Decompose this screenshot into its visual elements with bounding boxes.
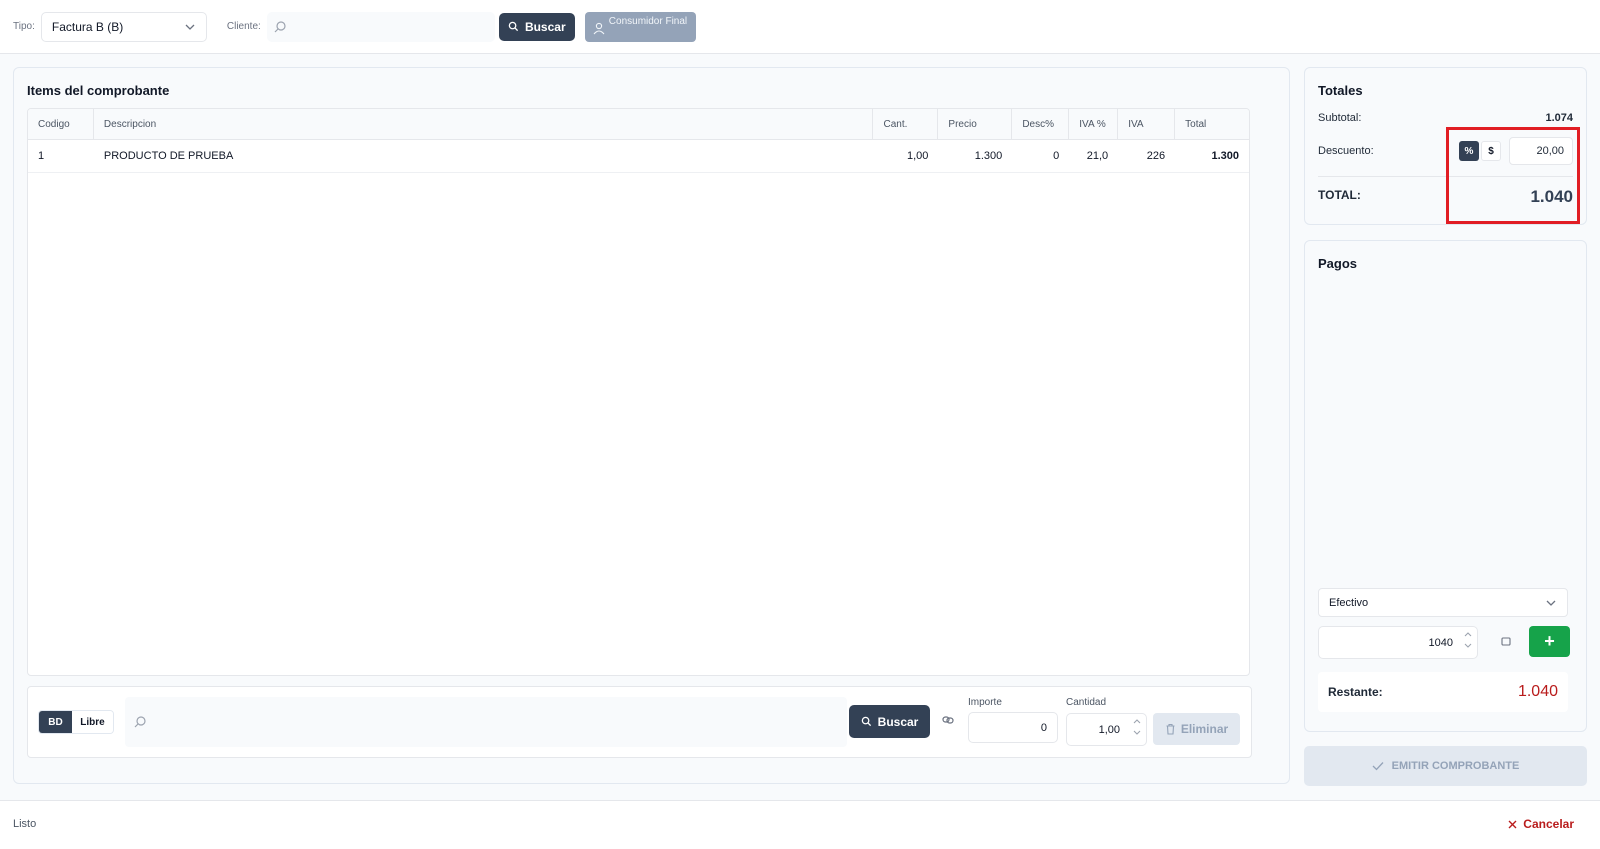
table-row[interactable]: 1 PRODUCTO DE PRUEBA 1,00 1.300 0 21,0 2… <box>28 140 1249 173</box>
eliminar-label: Eliminar <box>1180 722 1229 736</box>
column-header-codigo[interactable]: Codigo <box>28 109 94 139</box>
cliente-search-input[interactable] <box>266 11 495 42</box>
eliminar-button[interactable]: Eliminar <box>1153 713 1240 745</box>
importe-label: Importe <box>968 697 1002 708</box>
column-header-total[interactable]: Total <box>1175 109 1249 139</box>
top-toolbar: Tipo: Factura B (B) Cliente: Buscar Cons… <box>0 0 1600 54</box>
user-icon <box>593 22 605 34</box>
payment-method-value: Efectivo <box>1329 596 1369 609</box>
column-header-cant[interactable]: Cant. <box>873 109 939 139</box>
buscar-cliente-button[interactable]: Buscar <box>498 12 575 41</box>
cell-total: 1.300 <box>1211 150 1239 162</box>
column-header-desc[interactable]: Desc% <box>1012 109 1070 139</box>
consumidor-final-label: Consumidor Final <box>608 15 688 27</box>
buscar-producto-button[interactable]: Buscar <box>849 705 930 738</box>
payment-amount-stepper[interactable] <box>1463 630 1473 650</box>
emitir-label: EMITIR COMPROBANTE <box>1391 760 1520 772</box>
total-label: TOTAL: <box>1318 188 1361 202</box>
cell-iva-pct: 21,0 <box>1086 150 1109 162</box>
importe-input[interactable]: 0 <box>968 712 1058 743</box>
search-icon <box>274 20 286 32</box>
column-header-iva[interactable]: IVA <box>1118 109 1176 139</box>
tipo-select-value: Factura B (B) <box>51 19 124 34</box>
chevron-down-icon[interactable] <box>1463 641 1473 650</box>
plus-icon: + <box>1544 631 1555 651</box>
product-search-input[interactable] <box>125 697 847 747</box>
mode-bd-button[interactable]: BD <box>39 711 72 733</box>
restante-label: Restante: <box>1328 685 1383 699</box>
subtotal-value: 1.074 <box>1545 112 1573 124</box>
cell-iva: 226 <box>1146 150 1166 162</box>
add-payment-button[interactable]: + <box>1529 626 1570 657</box>
item-entry-bar: BD Libre Buscar Importe 0 Cantidad 1,00 … <box>27 686 1252 758</box>
chevron-down-icon <box>1546 600 1556 606</box>
chevron-down-icon <box>185 24 195 30</box>
cantidad-stepper[interactable] <box>1132 717 1142 737</box>
emitir-comprobante-button[interactable]: EMITIR COMPROBANTE <box>1304 746 1587 786</box>
cell-desc: 0 <box>1053 150 1060 162</box>
items-panel: Items del comprobante Codigo Descripcion… <box>13 67 1290 784</box>
payment-amount-input[interactable]: 1040 <box>1318 626 1478 659</box>
cantidad-input[interactable]: 1,00 <box>1066 713 1147 746</box>
cancelar-label: Cancelar <box>1523 817 1574 831</box>
payment-method-select[interactable]: Efectivo <box>1318 588 1568 617</box>
pagos-title: Pagos <box>1318 256 1358 271</box>
search-icon <box>508 21 519 32</box>
importe-value: 0 <box>1040 721 1047 734</box>
column-header-precio[interactable]: Precio <box>938 109 1013 139</box>
restante-box: Restante: 1.040 <box>1318 672 1568 712</box>
chevron-up-icon[interactable] <box>1463 630 1473 639</box>
consumidor-final-button[interactable]: Consumidor Final <box>584 11 696 42</box>
buscar-producto-label: Buscar <box>877 714 919 729</box>
tipo-label: Tipo: <box>13 21 35 32</box>
descuento-label: Descuento: <box>1318 145 1374 157</box>
tipo-select[interactable]: Factura B (B) <box>40 11 207 42</box>
cantidad-label: Cantidad <box>1066 697 1107 708</box>
items-panel-title: Items del comprobante <box>27 83 170 98</box>
totales-title: Totales <box>1318 83 1363 98</box>
chevron-down-icon[interactable] <box>1132 728 1142 737</box>
chevron-up-icon[interactable] <box>1132 717 1142 726</box>
square-icon[interactable] <box>1501 637 1511 647</box>
status-bar: Listo Cancelar <box>0 800 1600 849</box>
cell-descripcion: PRODUCTO DE PRUEBA <box>103 150 234 162</box>
mode-libre-button[interactable]: Libre <box>72 711 113 733</box>
link-icon[interactable] <box>942 715 954 725</box>
buscar-cliente-label: Buscar <box>524 19 566 34</box>
search-icon <box>861 716 871 727</box>
restante-value: 1.040 <box>1517 683 1558 700</box>
cell-cant: 1,00 <box>906 150 929 162</box>
cantidad-value: 1,00 <box>1098 723 1120 736</box>
table-header: Codigo Descripcion Cant. Precio Desc% IV… <box>28 109 1249 140</box>
cell-codigo: 1 <box>38 150 45 162</box>
source-toggle: BD Libre <box>38 710 114 734</box>
highlight-box <box>1446 127 1580 224</box>
subtotal-label: Subtotal: <box>1318 112 1362 124</box>
trash-icon <box>1166 723 1175 735</box>
search-icon <box>134 716 146 728</box>
payment-amount-value: 1040 <box>1428 636 1453 649</box>
items-table: Codigo Descripcion Cant. Precio Desc% IV… <box>27 108 1250 676</box>
column-header-descripcion[interactable]: Descripcion <box>94 109 874 139</box>
pagos-panel: Pagos Efectivo 1040 + Restante: 1.040 <box>1304 240 1587 732</box>
column-header-iva-pct[interactable]: IVA % <box>1069 109 1119 139</box>
status-text: Listo <box>13 818 37 830</box>
close-icon <box>1508 820 1517 828</box>
cell-precio: 1.300 <box>974 150 1003 162</box>
check-icon <box>1372 762 1384 771</box>
cancelar-button[interactable]: Cancelar <box>1508 817 1574 831</box>
cliente-label: Cliente: <box>226 21 261 32</box>
